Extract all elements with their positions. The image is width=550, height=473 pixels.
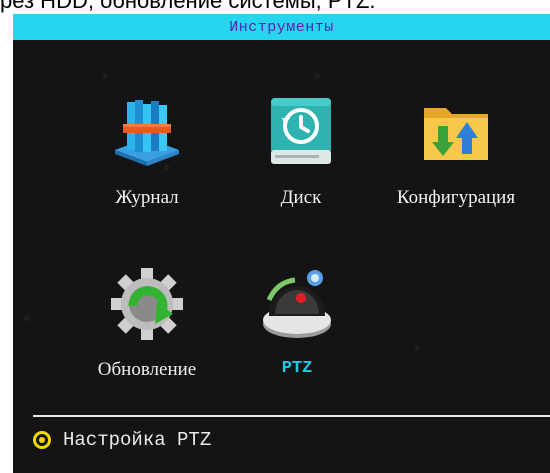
tool-configuration[interactable]: Конфигурация	[371, 92, 541, 222]
window-title: Инструменты	[229, 18, 334, 36]
watermark: ®	[413, 344, 421, 353]
status-text: Настройка PTZ	[63, 429, 212, 451]
tool-disk[interactable]: Диск	[216, 92, 386, 222]
divider	[33, 415, 550, 417]
tool-journal[interactable]: Журнал	[62, 92, 232, 222]
title-bar: Инструменты	[13, 14, 550, 40]
tool-label: Обновление	[97, 359, 197, 380]
tools-window: Инструменты ® ® ® ® ® Журнал Диск Конфиг…	[13, 14, 550, 473]
ptz-camera-icon	[263, 270, 331, 338]
tool-label: PTZ	[281, 359, 313, 378]
status-bar: Настройка PTZ	[33, 426, 211, 454]
watermark: ®	[313, 72, 321, 81]
config-folder-icon	[424, 108, 488, 160]
page: рез HDD, обновление системы, PTZ. Инстру…	[0, 0, 550, 473]
tool-label: Диск	[280, 187, 322, 208]
watermark: ®	[101, 72, 109, 81]
tool-label: Конфигурация	[396, 187, 516, 208]
page-caption: рез HDD, обновление системы, PTZ.	[0, 0, 376, 13]
yellow-circle-bullet-icon	[33, 431, 51, 449]
update-gear-icon	[111, 268, 183, 340]
disk-history-icon	[271, 98, 331, 164]
tool-label: Журнал	[115, 187, 179, 208]
tool-ptz[interactable]: PTZ	[212, 264, 382, 394]
journal-books-icon	[115, 100, 179, 166]
watermark: ®	[23, 314, 31, 323]
tool-update[interactable]: Обновление	[62, 264, 232, 394]
